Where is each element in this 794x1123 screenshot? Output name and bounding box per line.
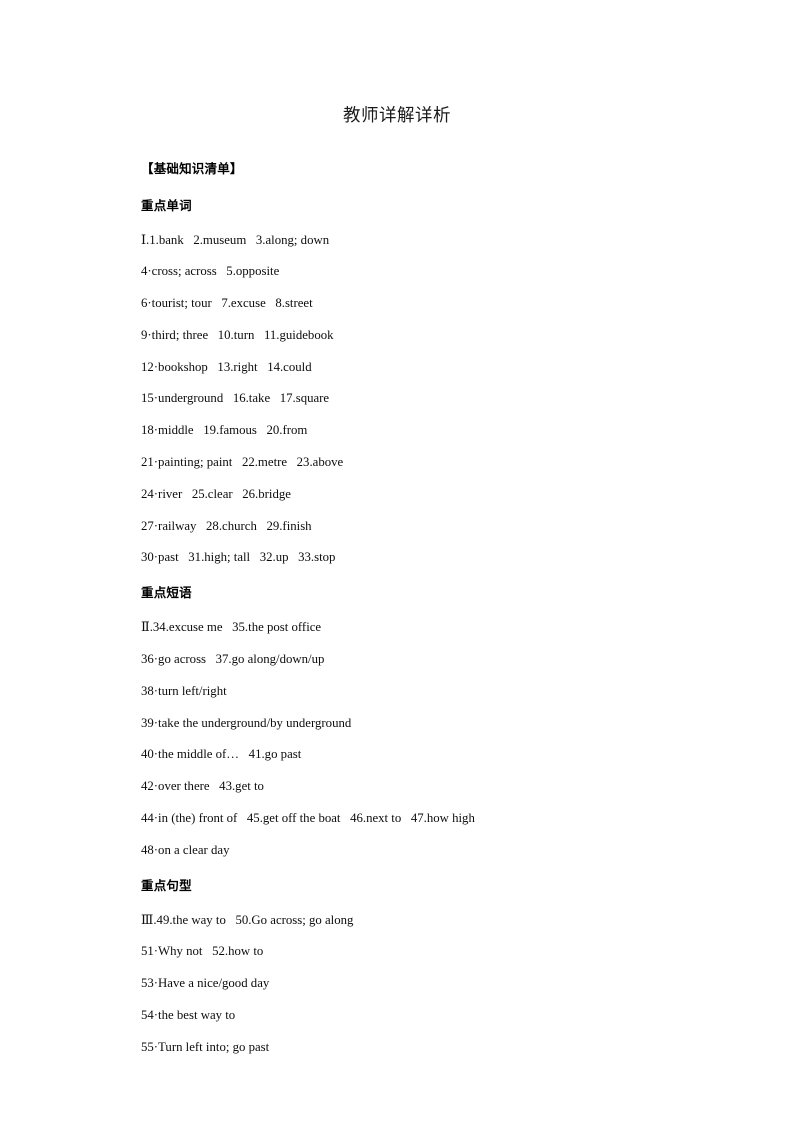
content-line: 40·the middle of… 41.go past (141, 747, 302, 762)
content-line: 44·in (the) front of 45.get off the boat… (141, 811, 475, 826)
content-line: 4·cross; across 5.opposite (141, 264, 280, 279)
content-line: Ⅰ.1.bank 2.museum 3.along; down (141, 232, 330, 247)
content-line: 21·painting; paint 22.metre 23.above (141, 455, 344, 470)
content-line: 24·river 25.clear 26.bridge (141, 486, 291, 501)
content-line: 51·Why not 52.how to (141, 944, 264, 959)
content-line: 38·turn left/right (141, 683, 227, 698)
content-line: 9·third; three 10.turn 11.guidebook (141, 327, 334, 342)
section-heading-key-phrases: 重点短语 (141, 585, 192, 601)
content-line: 53·Have a nice/good day (141, 976, 270, 991)
content-line: 30·past 31.high; tall 32.up 33.stop (141, 550, 336, 565)
content-line: 54·the best way to (141, 1008, 236, 1023)
content-line: 55·Turn left into; go past (141, 1039, 270, 1054)
section-heading-key-words: 重点单词 (141, 197, 192, 213)
content-line: 15·underground 16.take 17.square (141, 391, 330, 406)
knowledge-list-heading: 【基础知识清单】 (141, 160, 243, 176)
content-line: 42·over there 43.get to (141, 779, 264, 794)
content-line: 27·railway 28.church 29.finish (141, 518, 312, 533)
section-body-key-sentence-patterns: Ⅲ.49.the way to 50.Go across; go along 5… (141, 912, 653, 1054)
content-line: 18·middle 19.famous 20.from (141, 423, 308, 438)
document-page: 教师详解详析 【基础知识清单】 重点单词 Ⅰ.1.bank 2.museum 3… (0, 0, 794, 1123)
content-line: 12·bookshop 13.right 14.could (141, 359, 312, 374)
content-line: 6·tourist; tour 7.excuse 8.street (141, 296, 313, 311)
section-body-key-words: Ⅰ.1.bank 2.museum 3.along; down 4·cross;… (141, 232, 653, 565)
content-line: 48·on a clear day (141, 842, 230, 857)
page-title: 教师详解详析 (343, 106, 451, 126)
content-line: 39·take the underground/by underground (141, 715, 352, 730)
content-line: Ⅱ.34.excuse me 35.the post office (141, 620, 322, 635)
content-line: Ⅲ.49.the way to 50.Go across; go along (141, 912, 354, 927)
section-heading-key-sentence-patterns: 重点句型 (141, 877, 192, 893)
content-line: 36·go across 37.go along/down/up (141, 652, 325, 667)
section-body-key-phrases: Ⅱ.34.excuse me 35.the post office 36·go … (141, 621, 653, 856)
document-content: 教师详解详析 【基础知识清单】 重点单词 Ⅰ.1.bank 2.museum 3… (141, 0, 653, 1054)
